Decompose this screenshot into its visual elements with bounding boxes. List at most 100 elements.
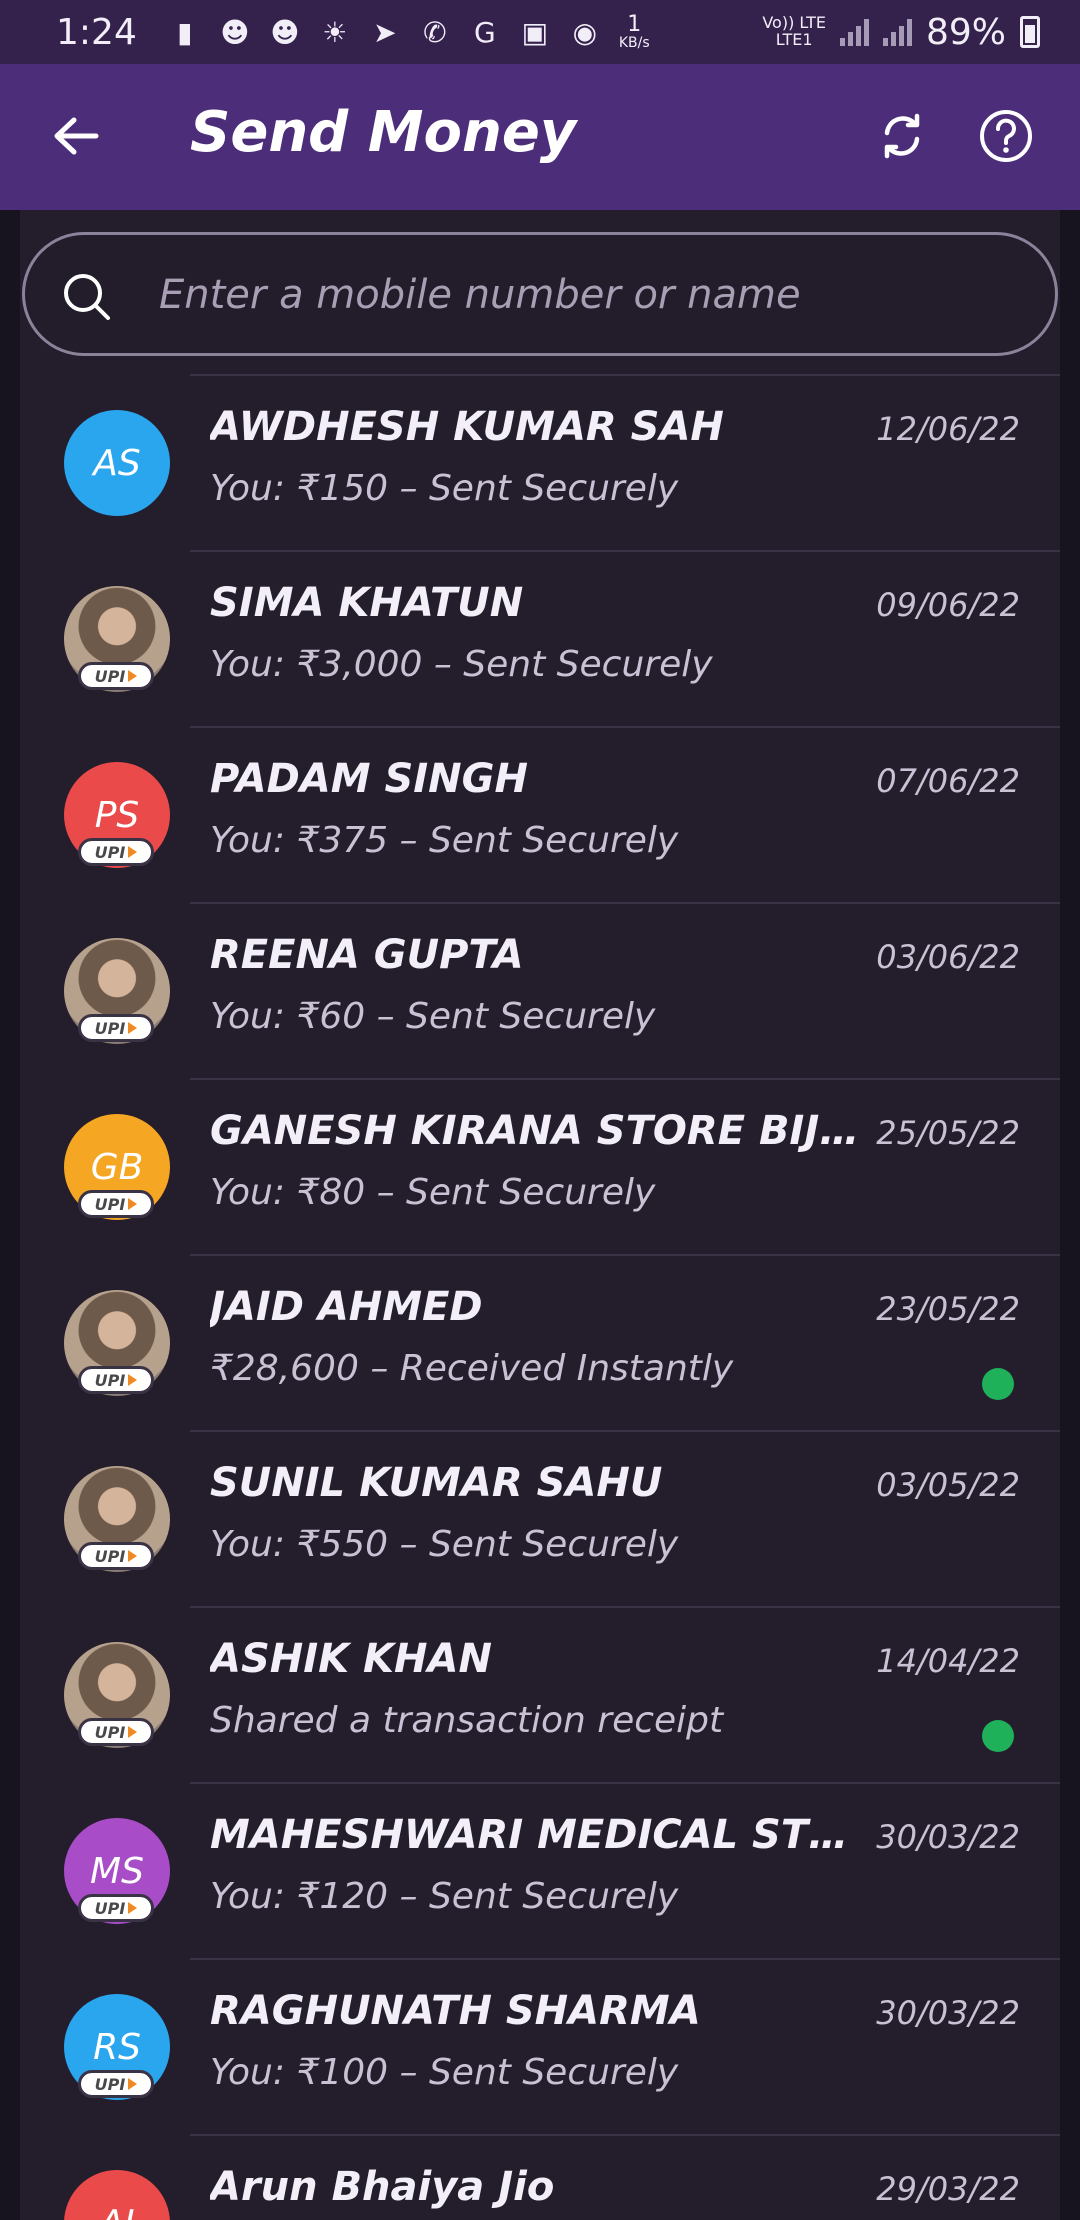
transaction-date: 03/05/22 xyxy=(876,1466,1020,1504)
avatar[interactable]: GB UPI xyxy=(64,1114,170,1220)
row-divider xyxy=(190,726,1060,728)
avatar[interactable]: UPI xyxy=(64,938,170,1044)
transaction-date: 29/03/22 xyxy=(876,2170,1020,2208)
app-bar: Send Money xyxy=(0,64,1080,210)
search-icon xyxy=(64,274,110,320)
row-divider xyxy=(190,374,1060,376)
upi-badge-label: UPI xyxy=(94,1546,126,1566)
contact-row[interactable]: UPI SIMA KHATUN You: ₹3,000 – Sent Securel… xyxy=(20,550,1060,726)
upi-badge: UPI xyxy=(78,2070,154,2098)
upi-badge: UPI xyxy=(78,1894,154,1922)
contact-row[interactable]: UPI JAID AHMED ₹28,600 – Received Instantl… xyxy=(20,1254,1060,1430)
row-divider xyxy=(190,2134,1060,2136)
contact-row[interactable]: MS UPI MAHESHWARI MEDICAL STO... You: ₹120 … xyxy=(20,1782,1060,1958)
upi-arrow-icon xyxy=(128,1550,138,1562)
transaction-summary: You: ₹120 – Sent Securely xyxy=(210,1876,679,1917)
telegram-icon: ➤ xyxy=(373,15,397,49)
upi-badge: UPI xyxy=(78,1366,154,1394)
avatar[interactable]: MS UPI xyxy=(64,1818,170,1924)
contact-name: RAGHUNATH SHARMA xyxy=(210,1988,701,2034)
upi-badge-label: UPI xyxy=(94,2074,126,2094)
transaction-summary: ₹28,600 – Received Instantly xyxy=(210,1348,734,1389)
avatar-initials: MS xyxy=(90,1850,144,1892)
transaction-summary: You: ₹3,000 – Sent Securely xyxy=(210,644,713,685)
upi-arrow-icon xyxy=(128,1726,138,1738)
contact-row[interactable]: AS AWDHESH KUMAR SAH You: ₹150 – Sent Secu… xyxy=(20,374,1060,550)
search-bar[interactable] xyxy=(22,232,1058,356)
contact-row[interactable]: UPI ASHIK KHAN Shared a transaction receip… xyxy=(20,1606,1060,1782)
contact-name: JAID AHMED xyxy=(210,1284,483,1330)
contact-list-panel: AS AWDHESH KUMAR SAH You: ₹150 – Sent Secu… xyxy=(20,210,1060,2220)
contact-row[interactable]: UPI REENA GUPTA You: ₹60 – Sent Securely 03… xyxy=(20,902,1060,1078)
contact-name: GANESH KIRANA STORE BIJ... xyxy=(210,1108,860,1154)
upi-badge: UPI xyxy=(78,838,154,866)
upi-arrow-icon xyxy=(128,1022,138,1034)
network-speed-value: 1 xyxy=(627,12,642,37)
upi-badge-label: UPI xyxy=(94,666,126,686)
status-time: 1:24 xyxy=(56,11,137,53)
upi-badge: UPI xyxy=(78,1014,154,1042)
page-title: Send Money xyxy=(190,100,577,165)
battery-percentage: 89% xyxy=(925,11,1006,53)
transaction-date: 30/03/22 xyxy=(876,1818,1020,1856)
signal-icon xyxy=(882,18,912,46)
unread-indicator xyxy=(982,1368,1014,1400)
contact-row[interactable]: GB UPI GANESH KIRANA STORE BIJ... You: ₹80 … xyxy=(20,1078,1060,1254)
avatar[interactable]: UPI xyxy=(64,586,170,692)
avatar-initials: AJ xyxy=(99,2203,134,2220)
avatar-initials: GB xyxy=(90,1146,144,1188)
refresh-button[interactable] xyxy=(870,104,934,168)
contact-row[interactable]: UPI SUNIL KUMAR SAHU You: ₹550 – Sent Secu… xyxy=(20,1430,1060,1606)
avatar[interactable]: UPI xyxy=(64,1290,170,1396)
contact-row[interactable]: AJ Arun Bhaiya Jio 29/03/22 xyxy=(20,2134,1060,2220)
row-divider xyxy=(190,1078,1060,1080)
contact-row[interactable]: RS UPI RAGHUNATH SHARMA You: ₹100 – Sent Se… xyxy=(20,1958,1060,2134)
transaction-summary: You: ₹60 – Sent Securely xyxy=(210,996,656,1037)
avatar[interactable]: UPI xyxy=(64,1642,170,1748)
snapchat-icon: ☻ xyxy=(270,15,300,49)
upi-badge-label: UPI xyxy=(94,842,126,862)
signal-icon xyxy=(839,18,869,46)
upi-arrow-icon xyxy=(128,846,138,858)
avatar[interactable]: AS xyxy=(64,410,170,516)
transaction-date: 30/03/22 xyxy=(876,1994,1020,2032)
avatar-initials: AS xyxy=(93,442,141,484)
battery-icon xyxy=(1020,16,1040,48)
upi-badge: UPI xyxy=(78,1718,154,1746)
sim-card-icon: ▮ xyxy=(177,15,193,49)
status-right: Vo)) LTE LTE1 89% xyxy=(762,12,1040,53)
upi-badge-label: UPI xyxy=(94,1898,126,1918)
network-speed-unit: KB/s xyxy=(618,35,650,51)
transaction-date: 14/04/22 xyxy=(876,1642,1020,1680)
transaction-summary: Shared a transaction receipt xyxy=(210,1700,724,1741)
back-button[interactable] xyxy=(44,104,108,168)
arrow-left-icon xyxy=(54,117,99,155)
contact-name: MAHESHWARI MEDICAL STO... xyxy=(210,1812,860,1858)
unread-indicator xyxy=(982,1720,1014,1752)
upi-badge: UPI xyxy=(78,662,154,690)
avatar[interactable]: PS UPI xyxy=(64,762,170,868)
help-button[interactable] xyxy=(974,104,1038,168)
whatsapp-icon: ✆ xyxy=(423,15,447,49)
network-type: Vo)) LTE LTE1 xyxy=(762,14,826,49)
network-type-bottom: LTE1 xyxy=(775,30,813,49)
transaction-date: 07/06/22 xyxy=(876,762,1020,800)
upi-arrow-icon xyxy=(128,1902,138,1914)
transaction-date: 25/05/22 xyxy=(876,1114,1020,1152)
row-divider xyxy=(190,1430,1060,1432)
contact-row[interactable]: PS UPI PADAM SINGH You: ₹375 – Sent Securel… xyxy=(20,726,1060,902)
avatar[interactable]: RS UPI xyxy=(64,1994,170,2100)
avatar[interactable]: UPI xyxy=(64,1466,170,1572)
search-input[interactable] xyxy=(159,263,1019,327)
contact-name: SUNIL KUMAR SAHU xyxy=(210,1460,663,1506)
transaction-summary: You: ₹150 – Sent Securely xyxy=(210,468,679,509)
snapchat-icon: ☻ xyxy=(220,15,250,49)
transaction-date: 03/06/22 xyxy=(876,938,1020,976)
row-divider xyxy=(190,1958,1060,1960)
avatar-initials: PS xyxy=(94,794,140,836)
wifi-icon: ◉ xyxy=(572,15,598,49)
google-icon: G xyxy=(473,15,496,49)
contact-name: Arun Bhaiya Jio xyxy=(210,2164,555,2210)
contact-name: ASHIK KHAN xyxy=(210,1636,492,1682)
avatar[interactable]: AJ xyxy=(64,2170,170,2220)
